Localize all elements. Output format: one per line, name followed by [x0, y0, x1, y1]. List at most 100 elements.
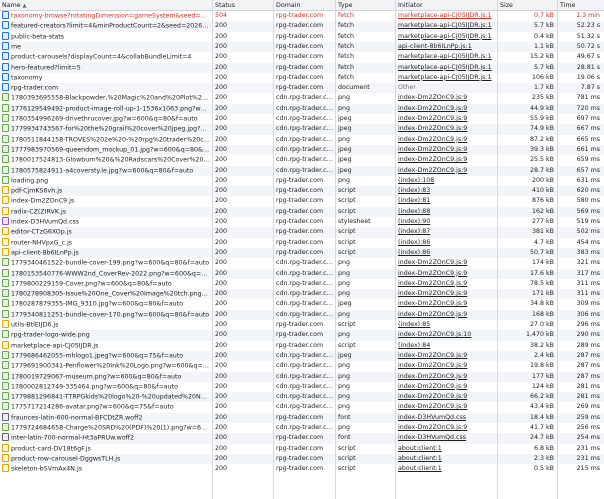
request-initiator[interactable]: marketplace-api-CJ05IJDR.js:1 — [395, 63, 497, 73]
request-name-text[interactable]: loading.png — [11, 177, 48, 184]
request-name-text[interactable]: inter-latin-700-normal-Ht3aPRUw.woff2 — [11, 435, 134, 442]
request-initiator[interactable]: api-client-8b6ILnPp.js:1 — [395, 42, 497, 52]
table-row[interactable]: fraunces-latin-600-normal-BFCDtZR.woff2 2… — [0, 412, 604, 423]
request-name-text[interactable]: 1779934743567-for%20the%20grail%20cover%… — [11, 126, 212, 133]
column-divider[interactable] — [273, 0, 274, 499]
request-initiator[interactable]: index-Dm2ZOnC9.js:9 — [395, 93, 497, 103]
table-row[interactable]: 1780278908305-Issue%20One_Cover%20Image%… — [0, 289, 604, 300]
table-row[interactable]: 1780393695558-Blackpowder,%20Magic%20and… — [0, 93, 604, 103]
column-header-initiator[interactable]: Initiator — [395, 0, 497, 10]
request-name-text[interactable]: editor-CTzG6XOp.js — [11, 229, 72, 236]
table-row[interactable]: 1779800229159-Cover.png?w=600&q=80&f=aut… — [0, 278, 604, 289]
request-name-text[interactable]: utils-BtlEIJD6.js — [11, 322, 58, 329]
request-initiator[interactable]: index-Dm2ZOnC9.js:9 — [395, 166, 497, 176]
column-divider[interactable] — [395, 0, 396, 499]
table-row[interactable]: public-beta-stats 200 rpg-trader.com fetch m… — [0, 31, 604, 42]
request-initiator[interactable]: (index):86 — [395, 238, 497, 248]
request-initiator[interactable]: index-Dm2ZOnC9.js:9 — [395, 310, 497, 320]
request-initiator[interactable]: index-Dm2ZOnC9.js:9 — [395, 135, 497, 145]
request-name-text[interactable]: 1780287879355-IMG_9310.jpg?w=600&q=80&f=… — [11, 301, 183, 308]
request-initiator[interactable]: index-D3HVumQd.css — [395, 433, 497, 443]
table-row[interactable]: pdf-CjmKS6vh.js 200 rpg-trader.com script (i… — [0, 186, 604, 197]
table-row[interactable]: 1780575824911-a4coversty.le.jpg?w=600&q=… — [0, 165, 604, 176]
request-initiator[interactable]: about:client:1 — [395, 454, 497, 464]
column-header-name[interactable]: Name ▲ — [0, 0, 212, 10]
table-row[interactable]: 1780153540776-WWW2nd_CoverRev-2022.png?w… — [0, 268, 604, 279]
request-initiator[interactable]: (index):84 — [395, 341, 497, 351]
table-row[interactable]: 1780019729067-museum.png?w=600&q=80&f=au… — [0, 371, 604, 382]
request-name-text[interactable]: 1779800229159-Cover.png?w=600&q=80&f=aut… — [11, 280, 172, 287]
table-row[interactable]: 1780002812749-335464.png?w=600&q=80&f=au… — [0, 381, 604, 392]
request-name-text[interactable]: 1779724684658-Charge%20SRD%20(PDF)%20(1)… — [11, 425, 212, 432]
request-initiator[interactable]: about:client:1 — [395, 444, 497, 454]
request-name-text[interactable]: 1780393695558-Blackpowder,%20Magic%20and… — [11, 95, 212, 102]
request-name-text[interactable]: product-row-carousel-DggwsTLH.js — [11, 455, 120, 462]
request-name-text[interactable]: taxonomy — [11, 74, 42, 81]
request-name-text[interactable]: featured-creators?limit=4&minProductCoun… — [11, 23, 212, 30]
request-name-text[interactable]: 1779691900341-Penflower%20Ink%20Logo.png… — [11, 363, 212, 370]
request-initiator[interactable]: marketplace-api-CJ05IJDR.js:1 — [395, 52, 497, 62]
table-row[interactable]: rpg-trader-logo-wide.png 200 rpg-trader.co… — [0, 330, 604, 341]
request-name-text[interactable]: 1780019729067-museum.png?w=600&q=80&f=au… — [11, 373, 181, 380]
request-initiator[interactable]: (index):81 — [395, 196, 497, 206]
request-initiator[interactable]: index-Dm2ZOnC9.js:9 — [395, 361, 497, 371]
request-initiator[interactable]: (index):83 — [395, 186, 497, 196]
request-initiator[interactable]: index-Dm2ZOnC9.js:9 — [395, 155, 497, 165]
table-row[interactable]: loading.png 200 rpg-trader.com png (index):1… — [0, 175, 604, 186]
table-row[interactable]: product-carousels?displayCount=4&collabB… — [0, 52, 604, 62]
table-row[interactable]: skeleton-bSVmAx4N.js 200 rpg-trader.com scr… — [0, 464, 604, 474]
column-divider[interactable] — [557, 0, 558, 499]
table-row[interactable]: index-Dm2ZOnC9.js 200 rpg-trader.com script… — [0, 196, 604, 206]
table-row[interactable]: router-NHVpxG_c.js 200 rpg-trader.com scrip… — [0, 237, 604, 248]
table-row[interactable]: 1780017524813-Glowburn%20&%20Radscars%20… — [0, 155, 604, 165]
request-name-text[interactable]: 1780511844158-TROVES%202e%20-%20rpg%20tr… — [11, 136, 212, 143]
request-initiator[interactable]: (index):86 — [395, 248, 497, 258]
request-name-text[interactable]: router-NHVpxG_c.js — [11, 239, 72, 246]
column-header-time[interactable]: Time — [557, 0, 604, 10]
table-row[interactable]: 1779934743567-for%20the%20grail%20cover%… — [0, 124, 604, 135]
request-initiator[interactable]: (index):88 — [395, 207, 497, 217]
request-initiator[interactable]: index-Dm2ZOnC9.js:9 — [395, 279, 497, 289]
request-name-text[interactable]: index-Dm2ZOnC9.js — [11, 198, 74, 205]
request-name-text[interactable]: 1780575824911-a4coversty.le.jpg?w=600&q=… — [11, 167, 193, 174]
request-name-text[interactable]: rpg-trader.com — [11, 85, 58, 92]
table-row[interactable]: product-card-DV18t6gF.js 200 rpg-trader.co… — [0, 443, 604, 454]
table-row[interactable]: api-client-8b6ILnPp.js 200 rpg-trader.com s… — [0, 247, 604, 259]
request-initiator[interactable]: index-Dm2ZOnC9.js:10 — [395, 330, 497, 340]
table-row[interactable]: hero-featured?limit=5 200 rpg-trader.com fe… — [0, 62, 604, 73]
request-initiator[interactable]: index-Dm2ZOnC9.js:9 — [395, 114, 497, 124]
table-row[interactable]: 1779686462055-mhlogo1.jpeg?w=600&q=75&f=… — [0, 350, 604, 362]
table-row[interactable]: editor-CTzG6XOp.js 200 rpg-trader.com scrip… — [0, 227, 604, 238]
request-name-text[interactable]: radix-CZ(ZIRVK.js — [11, 208, 66, 215]
table-row[interactable]: utils-BtlEIJD6.js 200 rpg-trader.com script… — [0, 320, 604, 330]
request-name-text[interactable]: 1776129549492-product-image-roll-up-1-15… — [11, 105, 212, 112]
table-row[interactable]: featured-creators?limit=4&minProductCoun… — [0, 21, 604, 32]
request-initiator[interactable]: index-Dm2ZOnC9.js:9 — [395, 104, 497, 114]
table-row[interactable]: 1779340461522-bundle-cover-199.png?w=600… — [0, 258, 604, 268]
column-header-domain[interactable]: Domain — [273, 0, 335, 10]
request-initiator[interactable]: (index):85 — [395, 320, 497, 330]
table-row[interactable]: me 200 rpg-trader.com fetch api-client-8b6IL… — [0, 41, 604, 53]
table-row[interactable]: 1780511844158-TROVES%202e%20-%20rpg%20tr… — [0, 134, 604, 145]
table-row[interactable]: 1779881296841-TTRPGkids%20logo%20-%20upd… — [0, 392, 604, 403]
column-divider[interactable] — [497, 0, 498, 499]
column-divider[interactable] — [212, 0, 213, 499]
request-name-text[interactable]: 1780153540776-WWW2nd_CoverRev-2022.png?w… — [11, 270, 212, 277]
table-row[interactable]: 1777983970569-queendom_mockup_01.jpg?w=6… — [0, 144, 604, 156]
request-name-text[interactable]: 1780002812749-335464.png?w=600&q=80&f=au… — [11, 383, 178, 390]
table-row[interactable]: 1775717214286-avatar.png?w=600&q=75&f=au… — [0, 402, 604, 412]
request-name-text[interactable]: product-card-DV18t6gF.js — [11, 445, 91, 452]
table-row[interactable]: index-D3HVumQd.css 200 rpg-trader.com style… — [0, 217, 604, 227]
request-initiator[interactable]: index-Dm2ZOnC9.js:9 — [395, 299, 497, 309]
request-initiator[interactable]: index-Dm2ZOnC9.js:9 — [395, 124, 497, 134]
table-row[interactable]: marketplace-api-CJ05IJDR.js 200 rpg-trader… — [0, 340, 604, 351]
request-name-text[interactable]: hero-featured?limit=5 — [11, 64, 81, 71]
request-name-text[interactable]: taxonomy-browse?rotatingDimension=gameSy… — [11, 13, 212, 20]
request-initiator[interactable]: index-Dm2ZOnC9.js:9 — [395, 258, 497, 268]
request-name-text[interactable]: skeleton-bSVmAx4N.js — [11, 466, 82, 473]
column-header-status[interactable]: Status — [212, 0, 273, 10]
request-name-text[interactable]: pdf-CjmKS6vh.js — [11, 188, 62, 195]
request-initiator[interactable]: index-Dm2ZOnC9.js:9 — [395, 392, 497, 402]
request-name-text[interactable]: 1779686462055-mhlogo1.jpeg?w=600&q=75&f=… — [11, 352, 183, 359]
table-row[interactable]: 1779340811251-bundle-cover-170.png?w=600… — [0, 309, 604, 320]
